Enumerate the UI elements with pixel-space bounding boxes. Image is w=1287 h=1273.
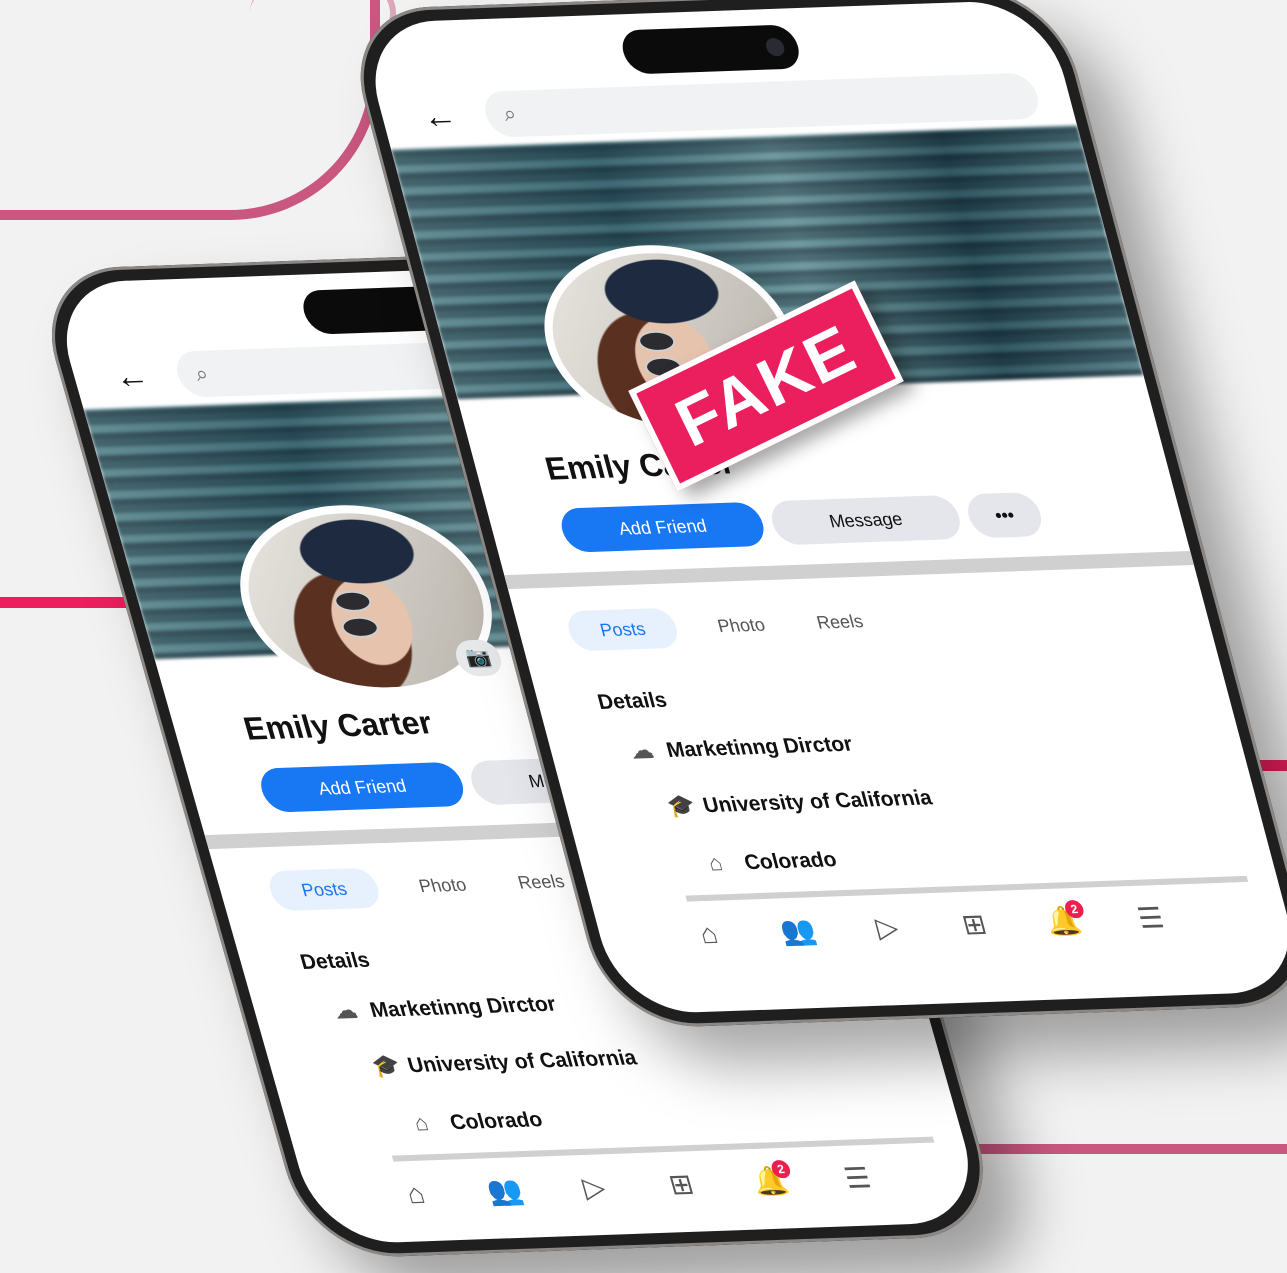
add-friend-button[interactable]: Add Friend	[556, 501, 769, 553]
back-arrow-icon[interactable]: ←	[417, 97, 461, 136]
search-input[interactable]: ⌕	[479, 72, 1044, 138]
detail-work: ☁ Marketinng Dirctor	[331, 991, 562, 1035]
detail-work-label: Marketinng Dirctor	[367, 992, 559, 1023]
tab-photo[interactable]: Photo	[414, 865, 472, 907]
back-arrow-icon[interactable]: ←	[109, 357, 153, 396]
marketplace-icon[interactable]: ⊞	[943, 901, 1005, 949]
tab-reels[interactable]: Reels	[812, 601, 868, 643]
bell-icon[interactable]: 🔔 2	[1033, 898, 1095, 946]
home-icon[interactable]: ⌂	[384, 1170, 447, 1218]
message-button[interactable]: Message	[766, 494, 965, 546]
add-friend-button[interactable]: Add Friend	[255, 761, 469, 813]
dynamic-island	[617, 24, 804, 75]
detail-education-label: University of California	[700, 786, 935, 818]
detail-home: ⌂ Colorado	[705, 846, 842, 886]
decor-line-bottom	[940, 1144, 1287, 1154]
detail-work-label: Marketinng Dirctor	[663, 732, 856, 763]
tab-posts[interactable]: Posts	[264, 867, 384, 912]
notification-badge: 2	[1062, 899, 1086, 919]
detail-home-label: Colorado	[741, 848, 840, 875]
section-divider	[504, 551, 1194, 590]
friends-icon[interactable]: 👥	[474, 1167, 537, 1215]
detail-home: ⌂ Colorado	[411, 1106, 548, 1146]
tab-posts[interactable]: Posts	[563, 607, 682, 652]
detail-education: 🎓University of California	[664, 784, 937, 829]
profile-name: Emily Carter	[239, 704, 437, 747]
friends-icon[interactable]: 👥	[767, 907, 829, 955]
sunglasses	[330, 588, 414, 639]
detail-education: 🎓University of California	[369, 1044, 643, 1089]
detail-work: ☁ Marketinng Dirctor	[628, 731, 858, 775]
detail-home-label: Colorado	[447, 1108, 546, 1135]
search-icon: ⌕	[500, 100, 520, 127]
bottom-nav: ⌂ 👥 ▷ ⊞ 🔔 2 ☰	[384, 1153, 951, 1222]
decor-line-left	[0, 597, 130, 608]
menu-icon[interactable]: ☰	[1120, 895, 1182, 943]
tab-reels[interactable]: Reels	[513, 861, 570, 903]
search-icon: ⌕	[192, 360, 212, 387]
marketplace-icon[interactable]: ⊞	[650, 1161, 713, 1209]
details-title: Details	[595, 688, 670, 714]
video-icon[interactable]: ▷	[563, 1164, 626, 1212]
tab-photo[interactable]: Photo	[713, 605, 770, 647]
bell-icon[interactable]: 🔔 2	[739, 1158, 802, 1206]
detail-education-label: University of California	[405, 1046, 640, 1078]
profile-tabs: Posts Photo Reels	[563, 590, 1192, 656]
sunglasses	[634, 328, 718, 379]
details-title: Details	[297, 948, 373, 974]
video-icon[interactable]: ▷	[856, 904, 918, 952]
notification-badge: 2	[769, 1159, 793, 1179]
profile-actions: Add Friend Message •••	[556, 488, 1146, 554]
bottom-nav: ⌂ 👥 ▷ ⊞ 🔔 2 ☰	[678, 892, 1264, 962]
home-icon[interactable]: ⌂	[678, 910, 740, 958]
camera-lens-icon	[763, 37, 787, 57]
menu-icon[interactable]: ☰	[826, 1155, 889, 1203]
more-options-button[interactable]: •••	[963, 491, 1047, 539]
